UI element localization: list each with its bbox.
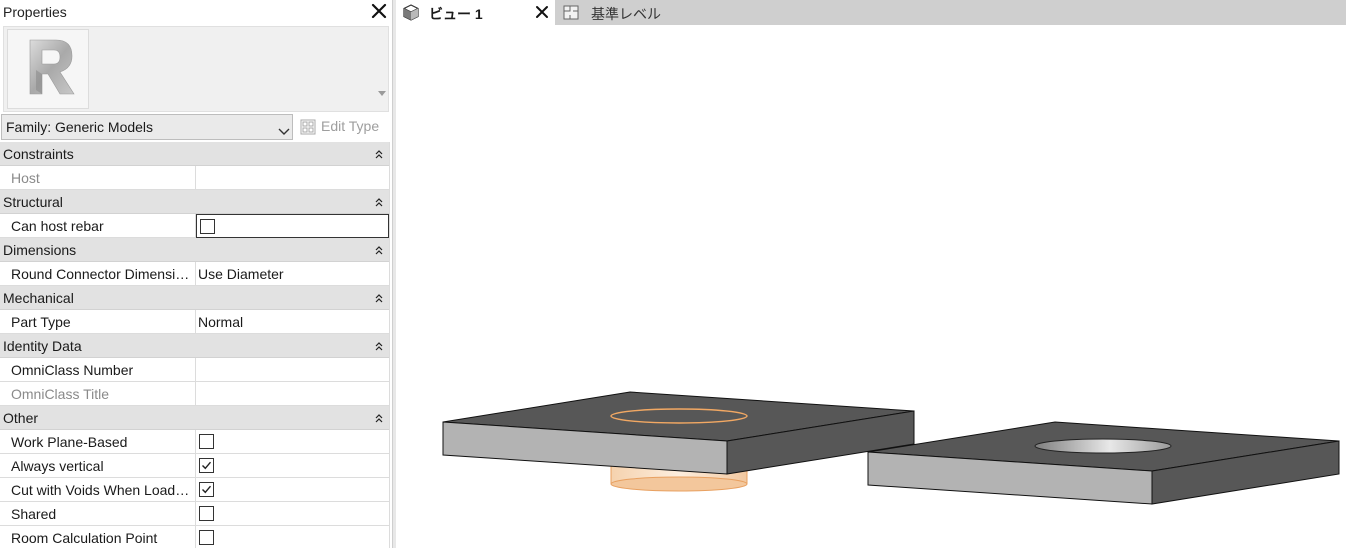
tab-base-level[interactable]: 基準レベル — [556, 0, 716, 25]
hole-opening — [1034, 438, 1172, 454]
property-row-omniclass-number: OmniClass Number — [0, 358, 390, 382]
property-row-part-type: Part Type Normal — [0, 310, 390, 334]
checkmark-icon — [202, 485, 212, 494]
group-label: Other — [3, 410, 39, 426]
property-name: Part Type — [11, 314, 71, 330]
view-tab-bar: ビュー 1 基準レベル — [396, 0, 1346, 25]
family-select[interactable]: Family: Generic Models — [1, 114, 293, 140]
edit-type-icon — [300, 119, 316, 135]
property-value-can-host-rebar[interactable] — [196, 214, 389, 238]
floor-plan-icon — [562, 4, 580, 21]
group-identity-data[interactable]: Identity Data — [0, 334, 390, 358]
property-name: Always vertical — [11, 458, 104, 474]
property-value-cut-with-voids[interactable] — [196, 478, 389, 502]
property-value-work-plane-based[interactable] — [196, 430, 389, 454]
property-row-can-host-rebar: Can host rebar — [0, 214, 390, 238]
collapse-icon[interactable] — [375, 194, 383, 207]
room-calculation-point-checkbox[interactable] — [199, 530, 214, 545]
property-row-host: Host — [0, 166, 390, 190]
property-name: Host — [11, 170, 40, 186]
shared-checkbox[interactable] — [199, 506, 214, 521]
chevron-down-icon — [278, 123, 290, 135]
property-row-omniclass-title: OmniClass Title — [0, 382, 390, 406]
group-label: Dimensions — [3, 242, 77, 258]
property-value-part-type[interactable]: Normal — [196, 310, 389, 334]
group-label: Identity Data — [3, 338, 82, 354]
group-label: Mechanical — [3, 290, 74, 306]
property-row-work-plane-based: Work Plane-Based — [0, 430, 390, 454]
chevron-down-icon[interactable] — [378, 91, 386, 96]
group-structural[interactable]: Structural — [0, 190, 390, 214]
property-value-always-vertical[interactable] — [196, 454, 389, 478]
property-row-cut-with-voids: Cut with Voids When Load… — [0, 478, 390, 502]
tab-label: ビュー 1 — [429, 6, 483, 22]
group-other[interactable]: Other — [0, 406, 390, 430]
property-name: OmniClass Title — [11, 386, 110, 402]
close-icon[interactable] — [370, 2, 388, 20]
property-name: OmniClass Number — [11, 362, 134, 378]
edit-type-label: Edit Type — [321, 118, 380, 134]
checkmark-icon — [202, 461, 212, 470]
grid-border — [389, 142, 390, 548]
property-row-shared: Shared — [0, 502, 390, 526]
revit-family-icon — [7, 29, 89, 109]
collapse-icon[interactable] — [375, 410, 383, 423]
property-name: Can host rebar — [11, 218, 104, 234]
properties-titlebar: Properties — [0, 0, 392, 24]
3d-model-canvas — [442, 391, 1340, 505]
3d-view-cube-icon — [402, 4, 420, 21]
properties-title: Properties — [3, 4, 67, 20]
properties-panel: Properties Family: Generic Models Edit T… — [0, 0, 392, 548]
can-host-rebar-checkbox[interactable] — [200, 219, 215, 234]
properties-grid: Constraints Host Structural Can host reb… — [0, 142, 390, 548]
property-value-room-calculation-point[interactable] — [196, 526, 389, 548]
3d-viewport[interactable] — [396, 25, 1346, 548]
collapse-icon[interactable] — [375, 338, 383, 351]
property-row-always-vertical: Always vertical — [0, 454, 390, 478]
cut-with-voids-checkbox[interactable] — [199, 482, 214, 497]
property-value: Use Diameter — [198, 266, 284, 282]
property-name: Shared — [11, 506, 57, 522]
group-dimensions[interactable]: Dimensions — [0, 238, 390, 262]
property-value-omniclass-title — [196, 382, 389, 406]
group-mechanical[interactable]: Mechanical — [0, 286, 390, 310]
property-value-omniclass-number[interactable] — [196, 358, 389, 382]
property-value-shared[interactable] — [196, 502, 389, 526]
collapse-icon[interactable] — [375, 242, 383, 255]
property-row-room-calculation-point: Room Calculation Point — [0, 526, 390, 548]
edit-type-button[interactable]: Edit Type — [297, 114, 391, 140]
property-row-round-connector-dimension: Round Connector Dimensi… Use Diameter — [0, 262, 390, 286]
property-value-round-connector-dimension[interactable]: Use Diameter — [196, 262, 389, 286]
property-name: Work Plane-Based — [11, 434, 128, 450]
group-label: Structural — [3, 194, 63, 210]
property-name: Round Connector Dimensi… — [11, 266, 190, 282]
property-name: Cut with Voids When Load… — [11, 482, 190, 498]
collapse-icon[interactable] — [375, 146, 383, 159]
group-constraints[interactable]: Constraints — [0, 142, 390, 166]
property-name: Room Calculation Point — [11, 530, 158, 546]
work-plane-based-checkbox[interactable] — [199, 434, 214, 449]
slab-with-void[interactable] — [442, 391, 915, 475]
collapse-icon[interactable] — [375, 290, 383, 303]
type-selector[interactable] — [3, 26, 389, 112]
tab-view-1[interactable]: ビュー 1 — [396, 0, 555, 25]
family-select-value: Family: Generic Models — [6, 119, 154, 135]
property-value: Normal — [198, 314, 244, 330]
close-icon[interactable] — [534, 4, 550, 20]
group-label: Constraints — [3, 146, 74, 162]
slab-with-hole[interactable] — [867, 421, 1340, 505]
property-value-host — [196, 166, 389, 190]
tab-label: 基準レベル — [591, 6, 661, 22]
always-vertical-checkbox[interactable] — [199, 458, 214, 473]
